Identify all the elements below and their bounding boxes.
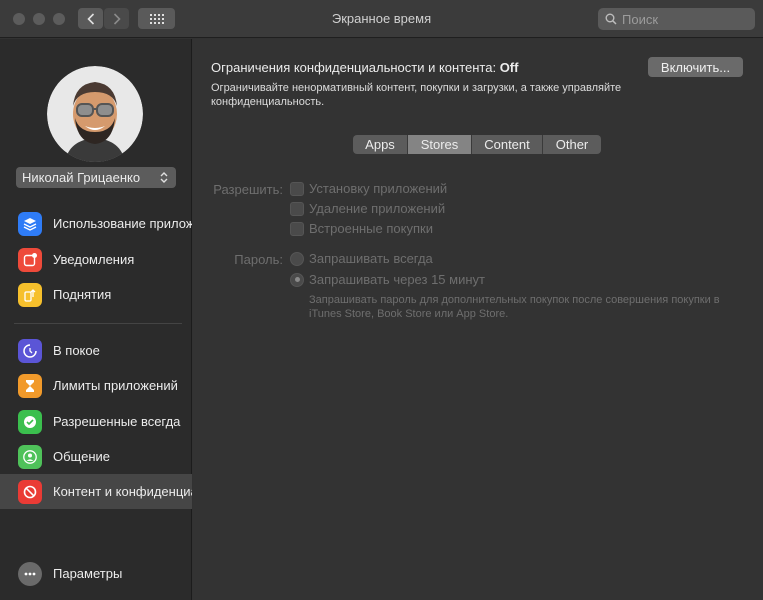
user-picker[interactable]: Николай Грицаенко <box>16 167 176 188</box>
sidebar-item-app-usage[interactable]: Использование приложений <box>0 206 192 241</box>
allow-install-apps[interactable]: Установку приложений <box>290 181 447 196</box>
option-label: Встроенные покупки <box>309 221 433 236</box>
sidebar-item-label: Разрешенные всегда <box>53 414 181 429</box>
sidebar-item-label: Уведомления <box>53 252 135 267</box>
sidebar-item-options[interactable]: Параметры <box>0 556 192 591</box>
sidebar-item-always-allowed[interactable]: Разрешенные всегда <box>0 404 192 439</box>
sidebar-item-label: Лимиты приложений <box>53 378 178 393</box>
allow-delete-apps[interactable]: Удаление приложений <box>290 201 445 216</box>
sidebar-item-pickups[interactable]: Поднятия <box>0 277 192 312</box>
radio-button[interactable] <box>290 251 304 266</box>
heading-prefix: Ограничения конфиденциальности и контент… <box>211 60 497 75</box>
notification-icon <box>18 247 42 272</box>
more-icon <box>18 561 42 586</box>
sidebar-item-label: Использование приложений <box>53 216 192 231</box>
person-icon <box>18 444 42 469</box>
search-field[interactable] <box>598 8 755 30</box>
status-value: Off <box>499 60 519 75</box>
user-name: Николай Грицаенко <box>22 170 141 185</box>
password-always[interactable]: Запрашивать всегда <box>290 251 433 266</box>
hourglass-icon <box>18 373 42 398</box>
sidebar-item-label: В покое <box>53 343 100 358</box>
search-input[interactable] <box>622 11 742 27</box>
avatar <box>47 66 143 162</box>
sidebar-item-label: Общение <box>53 449 111 464</box>
main-pane: Ограничения конфиденциальности и контент… <box>193 39 763 600</box>
tab-stores[interactable]: Stores <box>408 135 472 154</box>
title-bar: Экранное время <box>0 0 763 38</box>
sidebar-item-content-privacy[interactable]: Контент и конфиденциальность <box>0 474 192 509</box>
sidebar-item-downtime[interactable]: В покое <box>0 333 192 368</box>
option-label: Запрашивать всегда <box>309 251 433 266</box>
sidebar-separator <box>14 323 182 324</box>
password-label: Пароль: <box>234 252 283 267</box>
checkbox[interactable] <box>290 181 304 196</box>
checkmark-badge-icon <box>18 409 42 434</box>
password-after-15-min[interactable]: Запрашивать через 15 минут <box>290 272 485 287</box>
enable-button[interactable]: Включить... <box>648 57 743 77</box>
restriction-icon <box>18 479 42 504</box>
sidebar-item-notifications[interactable]: Уведомления <box>0 242 192 277</box>
downtime-icon <box>18 338 42 363</box>
option-label: Запрашивать через 15 минут <box>309 272 485 287</box>
layers-icon <box>18 211 42 236</box>
allow-label: Разрешить: <box>213 182 283 197</box>
option-label: Удаление приложений <box>309 201 446 216</box>
password-note: Запрашивать пароль для дополнительных по… <box>309 294 720 320</box>
checkbox[interactable] <box>290 201 304 216</box>
radio-button[interactable] <box>290 272 304 287</box>
sidebar-item-communication[interactable]: Общение <box>0 439 192 474</box>
tab-bar: Apps Stores Content Other <box>353 135 601 154</box>
sidebar-item-app-limits[interactable]: Лимиты приложений <box>0 368 192 403</box>
sidebar: Николай Грицаенко Использование приложен… <box>0 39 192 600</box>
page-description: Ограничивайте ненормативный контент, пок… <box>211 82 622 108</box>
sidebar-item-label: Поднятия <box>53 287 112 302</box>
sidebar-item-label: Контент и конфиденциальность <box>53 484 192 499</box>
search-icon <box>605 13 617 25</box>
page-title: Ограничения конфиденциальности и контент… <box>211 60 518 75</box>
pickups-icon <box>18 282 42 307</box>
tab-other[interactable]: Other <box>543 135 601 154</box>
up-down-chevron-icon <box>160 172 168 183</box>
memoji-avatar-icon <box>47 66 143 162</box>
screen-time-window: Экранное время Николай Грицаенко <box>0 0 763 600</box>
tab-content[interactable]: Content <box>472 135 543 154</box>
checkbox[interactable] <box>290 221 304 236</box>
option-label: Установку приложений <box>309 181 448 196</box>
allow-in-app-purchases[interactable]: Встроенные покупки <box>290 221 433 236</box>
tab-apps[interactable]: Apps <box>353 135 408 154</box>
sidebar-item-label: Параметры <box>53 566 123 581</box>
